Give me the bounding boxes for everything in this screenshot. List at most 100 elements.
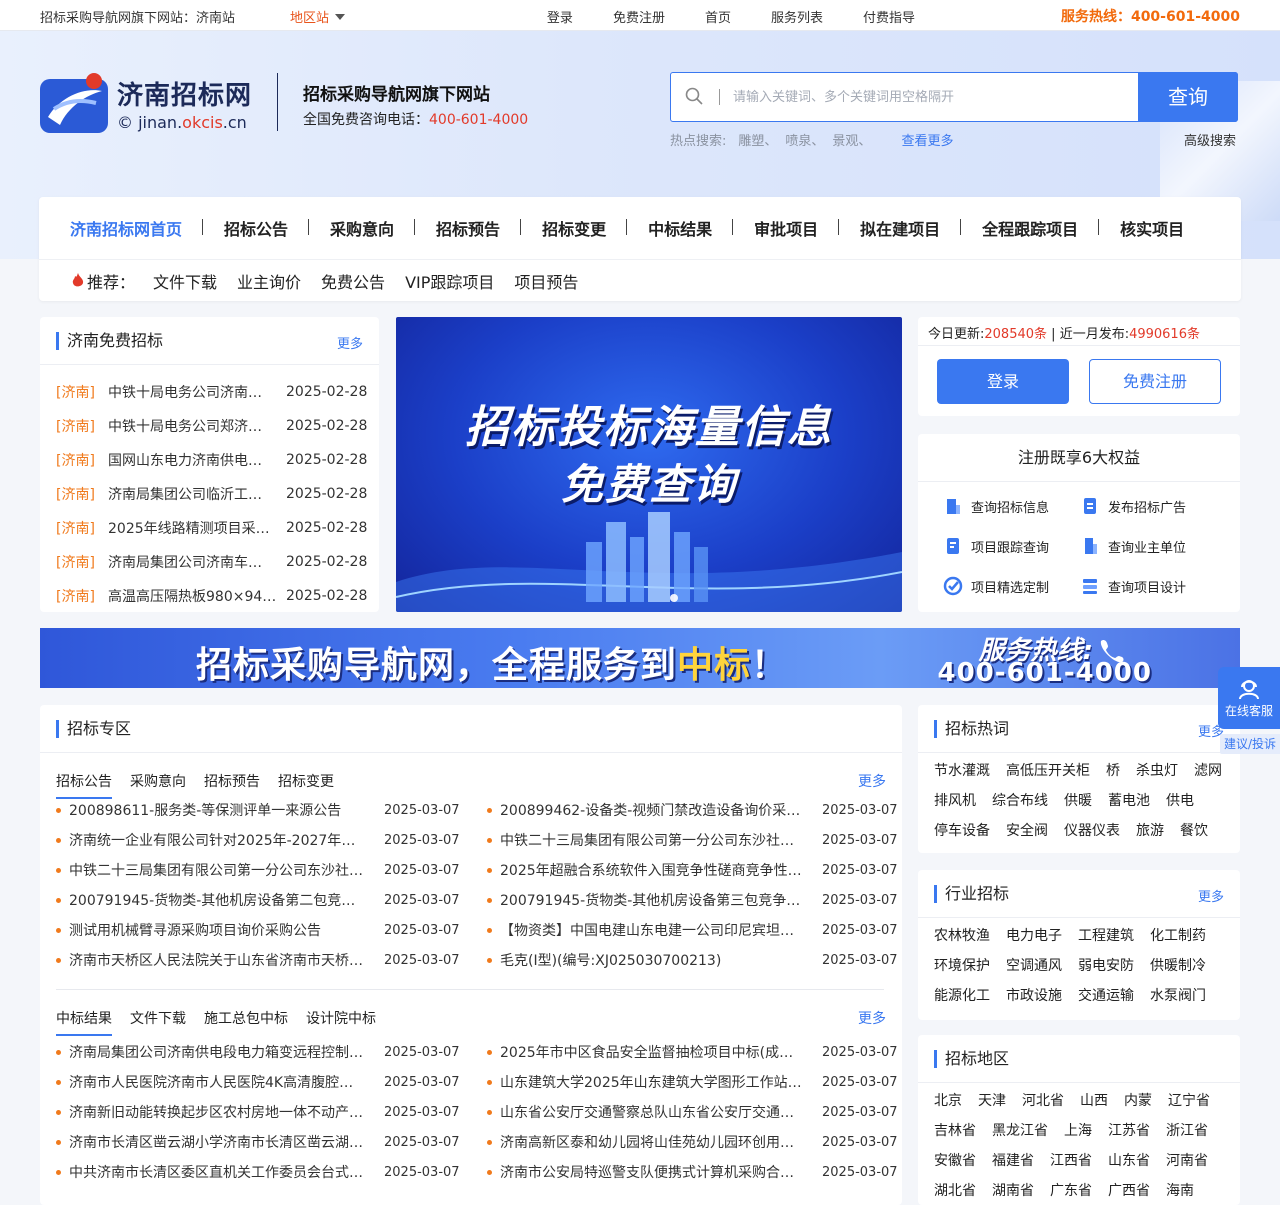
nav-item-tender-notice[interactable]: 招标公告 [203,216,310,240]
item-title[interactable]: 济南市天桥区人民法院关于山东省济南市天桥… [69,950,364,970]
item-title[interactable]: 200898611-服务类-等保测评单一来源公告 [69,800,364,820]
top-link-login[interactable]: 登录 [547,7,573,26]
list-item[interactable]: 山东建筑大学2025年山东建筑大学图形工作站… 2025-03-07 [487,1067,898,1097]
hot-word[interactable]: 景观、 [832,130,871,149]
list-item[interactable]: [济南] 济南局集团公司济南车… 2025-02-28 [40,545,379,579]
list-item[interactable]: [济南] 济南局集团公司临沂工… 2025-02-28 [40,477,379,511]
item-title[interactable]: 山东省公安厅交通警察总队山东省公安厅交通… [500,1102,802,1122]
search-input[interactable] [733,85,1133,109]
recommend-project-preview[interactable]: 项目预告 [514,269,578,293]
item-title[interactable]: 中共济南市长清区委区直机关工作委员会台式… [69,1162,364,1182]
list-item[interactable]: [济南] 中铁十局电务公司济南… 2025-02-28 [40,375,379,409]
list-item[interactable]: 济南高新区泰和幼儿园将山佳苑幼儿园环创用… 2025-03-07 [487,1127,898,1157]
keyword-link[interactable]: 供暖 [1064,791,1092,811]
item-title[interactable]: 济南局集团公司济南供电段电力箱变远程控制… [69,1042,364,1062]
industry-link[interactable]: 交通运输 [1078,986,1134,1006]
keyword-link[interactable]: 杀虫灯 [1136,761,1178,781]
list-item[interactable]: 2025年市中区食品安全监督抽检项目中标(成交… 2025-03-07 [487,1037,898,1067]
region-link[interactable]: 天津 [978,1091,1006,1111]
item-title[interactable]: 【物资类】中国电建山东电建一公司印尼宾坦… [500,920,802,940]
item-title[interactable]: 2025年超融合系统软件入围竞争性磋商竞争性… [500,860,802,880]
register-button[interactable]: 免费注册 [1089,359,1221,404]
list-item[interactable]: 200791945-货物类-其他机房设备第二包竞争… 2025-03-07 [56,885,460,915]
list-item[interactable]: [济南] 国网山东电力济南供电… 2025-02-28 [40,443,379,477]
keyword-link[interactable]: 节水灌溉 [934,761,990,781]
item-title[interactable]: 济南新旧动能转换起步区农村房地一体不动产… [69,1102,364,1122]
list-item[interactable]: 毛克(I型)(编号:XJ025030700213) 2025-03-07 [487,945,898,975]
item-title[interactable]: 中铁十局电务公司郑济… [108,416,278,436]
list-item[interactable]: 2025年超融合系统软件入围竞争性磋商竞争性… 2025-03-07 [487,855,898,885]
item-title[interactable]: 山东建筑大学2025年山东建筑大学图形工作站… [500,1072,802,1092]
nav-item-tender-preview[interactable]: 招标预告 [415,216,522,240]
nav-item-planned[interactable]: 拟在建项目 [839,216,962,240]
list-item[interactable]: [济南] 2025年线路精测项目采… 2025-02-28 [40,511,379,545]
item-title[interactable]: 济南市长清区凿云湖小学济南市长清区凿云湖… [69,1132,364,1152]
item-title[interactable]: 中铁十局电务公司济南… [108,382,278,402]
list-item[interactable]: 山东省公安厅交通警察总队山东省公安厅交通… 2025-03-07 [487,1097,898,1127]
promo-banner[interactable]: 招标投标海量信息 免费查询 [396,317,902,612]
keyword-link[interactable]: 蓄电池 [1108,791,1150,811]
tab-design-award[interactable]: 设计院中标 [306,1008,376,1036]
item-title[interactable]: 2025年市中区食品安全监督抽检项目中标(成交… [500,1042,802,1062]
region-link[interactable]: 广东省 [1050,1181,1092,1201]
nav-item-approval[interactable]: 审批项目 [733,216,840,240]
tab-construction-award[interactable]: 施工总包中标 [204,1008,288,1036]
region-link[interactable]: 湖南省 [992,1181,1034,1201]
item-title[interactable]: 济南市公安局特巡警支队便携式计算机采购合… [500,1162,802,1182]
region-link[interactable]: 内蒙 [1124,1091,1152,1111]
industry-link[interactable]: 弱电安防 [1078,956,1134,976]
region-link[interactable]: 广西省 [1108,1181,1150,1201]
benefit-item[interactable]: 查询招标信息 [943,495,1080,517]
keyword-link[interactable]: 旅游 [1136,821,1164,841]
industry-link[interactable]: 能源化工 [934,986,990,1006]
region-link[interactable]: 吉林省 [934,1121,976,1141]
list-item[interactable]: 中共济南市长清区委区直机关工作委员会台式… 2025-03-07 [56,1157,460,1187]
hot-search-more-link[interactable]: 查看更多 [901,130,953,149]
item-title[interactable]: 毛克(I型)(编号:XJ025030700213) [500,950,802,970]
top-link-payment-guide[interactable]: 付费指导 [863,7,915,26]
region-dropdown[interactable]: 地区站 [290,7,346,26]
service-strip-banner[interactable]: 招标采购导航网，全程服务到中标！ 服务热线: 400-601-4000 [40,628,1240,688]
keyword-link[interactable]: 滤网 [1194,761,1222,781]
region-link[interactable]: 北京 [934,1091,962,1111]
keyword-link[interactable]: 停车设备 [934,821,990,841]
item-title[interactable]: 测试用机械臂寻源采购项目询价采购公告 [69,920,364,940]
item-title[interactable]: 中铁二十三局集团有限公司第一分公司东沙社… [500,830,802,850]
industry-link[interactable]: 市政设施 [1006,986,1062,1006]
region-link[interactable]: 山西 [1080,1091,1108,1111]
region-link[interactable]: 福建省 [992,1151,1034,1171]
industry-link[interactable]: 化工制药 [1150,926,1206,946]
feedback-button[interactable]: 建议/投诉 [1220,734,1280,754]
industry-link[interactable]: 空调通风 [1006,956,1062,976]
region-link[interactable]: 湖北省 [934,1181,976,1201]
list-item[interactable]: 200899462-设备类-视频门禁改造设备询价采… 2025-03-07 [487,795,898,825]
item-title[interactable]: 济南市人民医院济南市人民医院4K高清腹腔镜… [69,1072,364,1092]
item-title[interactable]: 中铁二十三局集团有限公司第一分公司东沙社… [69,860,364,880]
region-link[interactable]: 河北省 [1022,1091,1064,1111]
list-item[interactable]: 【物资类】中国电建山东电建一公司印尼宾坦… 2025-03-07 [487,915,898,945]
recommend-owner-inquiry[interactable]: 业主询价 [237,269,301,293]
region-link[interactable]: 山东省 [1108,1151,1150,1171]
industry-link[interactable]: 环境保护 [934,956,990,976]
keyword-link[interactable]: 安全阀 [1006,821,1048,841]
list-item[interactable]: 济南新旧动能转换起步区农村房地一体不动产… 2025-03-07 [56,1097,460,1127]
keyword-link[interactable]: 桥 [1106,761,1120,781]
item-title[interactable]: 济南局集团公司临沂工… [108,484,278,504]
top-link-register[interactable]: 免费注册 [613,7,665,26]
keyword-link[interactable]: 高低压开关柜 [1006,761,1090,781]
industry-more-link[interactable]: 更多 [1198,886,1224,905]
recommend-file-download[interactable]: 文件下载 [153,269,217,293]
list-item[interactable]: 济南市公安局特巡警支队便携式计算机采购合… 2025-03-07 [487,1157,898,1187]
region-link[interactable]: 安徽省 [934,1151,976,1171]
benefit-item[interactable]: 项目跟踪查询 [943,535,1080,557]
benefit-item[interactable]: 发布招标广告 [1080,495,1217,517]
top-link-services[interactable]: 服务列表 [771,7,823,26]
nav-item-verified[interactable]: 核实项目 [1099,216,1205,240]
login-button[interactable]: 登录 [937,359,1069,404]
list-item[interactable]: 测试用机械臂寻源采购项目询价采购公告 2025-03-07 [56,915,460,945]
item-title[interactable]: 200791945-货物类-其他机房设备第三包竞争… [500,890,802,910]
keyword-link[interactable]: 仪器仪表 [1064,821,1120,841]
keyword-link[interactable]: 餐饮 [1180,821,1208,841]
zone-more-link-1[interactable]: 更多 [858,771,886,791]
logo-name[interactable]: 济南招标网 [117,75,252,112]
